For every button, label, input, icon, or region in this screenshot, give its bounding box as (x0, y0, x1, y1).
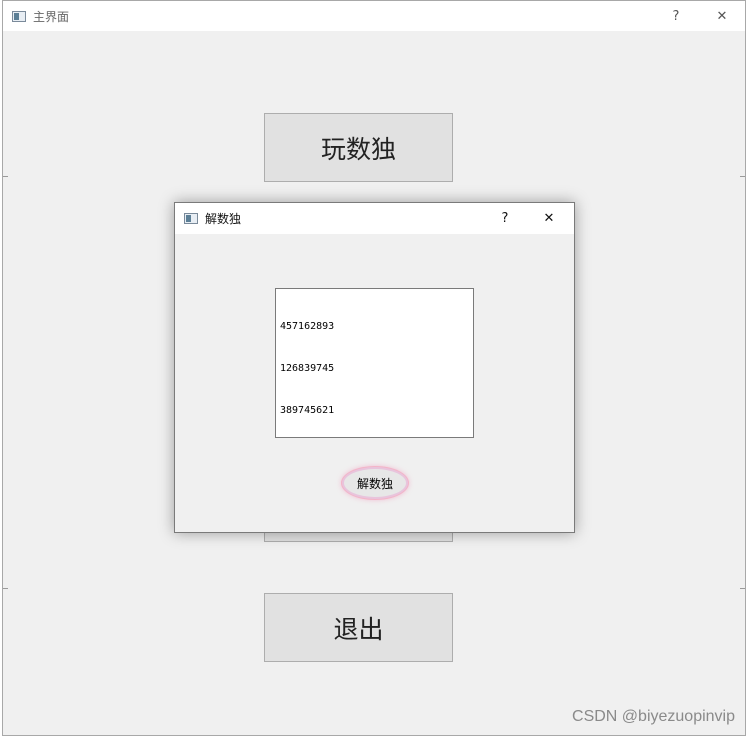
help-icon[interactable]: ? (659, 1, 693, 31)
grid-row: 457162893 (280, 321, 335, 332)
solve-sudoku-dialog: 解数独 ? ✕ 457162893 126839745 389745621 87… (174, 202, 575, 533)
solve-button[interactable]: 解数独 (342, 467, 408, 499)
sudoku-text-area[interactable]: 457162893 126839745 389745621 871253469 … (275, 288, 474, 438)
dialog-titlebar: 解数独 ? ✕ (175, 203, 574, 234)
grid-row: 126839745 (280, 363, 335, 374)
watermark: CSDN @biyezuopinvip (572, 708, 735, 725)
close-icon[interactable]: ✕ (532, 203, 566, 234)
window-icon (12, 10, 26, 22)
play-sudoku-button[interactable]: 玩数独 (264, 113, 453, 182)
grid-row: 389745621 (280, 405, 335, 416)
dialog-title: 解数独 (205, 212, 242, 226)
frame-tick (3, 176, 8, 177)
frame-tick (740, 176, 745, 177)
exit-button[interactable]: 退出 (264, 593, 453, 662)
help-icon[interactable]: ? (488, 203, 522, 234)
main-window-title: 主界面 (33, 9, 70, 24)
window-icon (184, 213, 198, 224)
frame-tick (3, 588, 8, 589)
close-icon[interactable]: ✕ (705, 1, 739, 31)
main-titlebar: 主界面 ? ✕ (3, 1, 745, 31)
frame-tick (740, 588, 745, 589)
